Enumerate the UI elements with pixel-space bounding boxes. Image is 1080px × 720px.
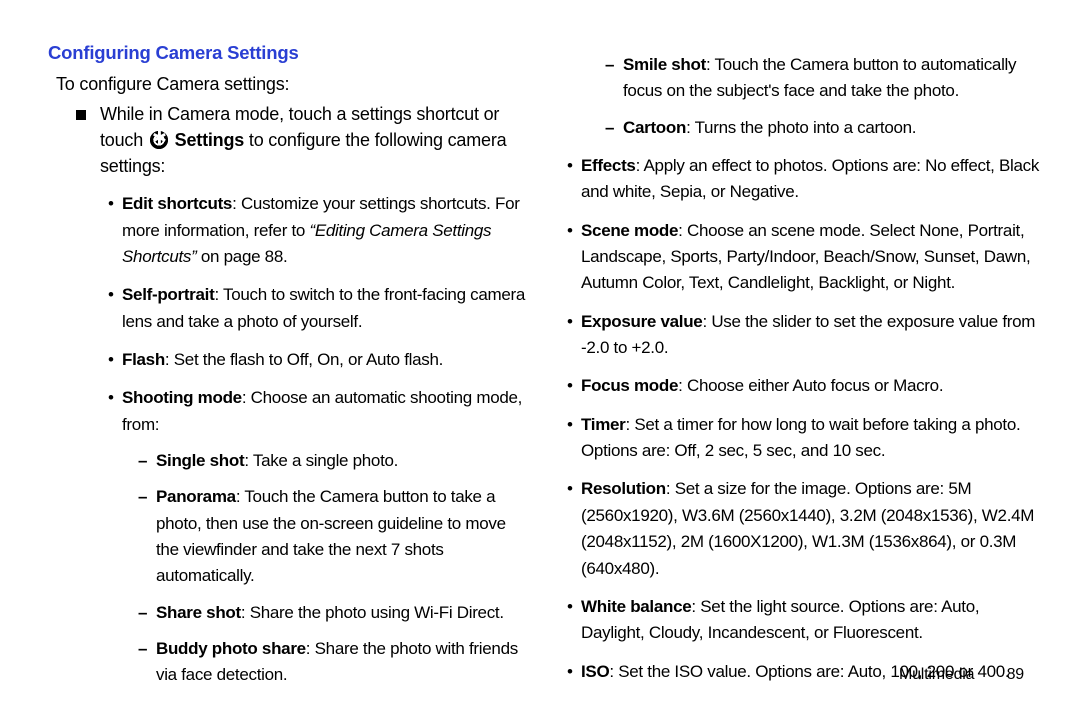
item-name: Exposure value xyxy=(581,312,702,331)
settings-list-right: Effects: Apply an effect to photos. Opti… xyxy=(559,153,1040,685)
item-ref-tail: on page 88. xyxy=(196,247,287,266)
right-column: Smile shot: Touch the Camera button to a… xyxy=(559,42,1040,699)
bullet-item: Effects: Apply an effect to photos. Opti… xyxy=(567,153,1040,206)
item-name: ISO xyxy=(581,662,609,681)
page-footer: Multimedia 89 xyxy=(899,666,1024,684)
sub-text: : Share the photo using Wi-Fi Direct. xyxy=(241,603,504,622)
bullet-item: Edit shortcuts: Customize your settings … xyxy=(108,191,529,270)
settings-label: Settings xyxy=(175,130,244,150)
dash-item: Cartoon: Turns the photo into a cartoon. xyxy=(605,115,1040,141)
dash-item: Buddy photo share: Share the photo with … xyxy=(138,636,529,689)
sub-text: : Turns the photo into a cartoon. xyxy=(686,118,916,137)
bullet-item: Focus mode: Choose either Auto focus or … xyxy=(567,373,1040,399)
sub-list: Single shot: Take a single photo. Panora… xyxy=(122,448,529,689)
item-name: Scene mode xyxy=(581,221,678,240)
item-name: Focus mode xyxy=(581,376,678,395)
step-body: While in Camera mode, touch a settings s… xyxy=(100,101,529,179)
item-name: Self-portrait xyxy=(122,285,214,304)
footer-section: Multimedia xyxy=(899,666,974,683)
page: Configuring Camera Settings To configure… xyxy=(0,0,1080,720)
bullet-item: Scene mode: Choose an scene mode. Select… xyxy=(567,218,1040,297)
bullet-item: White balance: Set the light source. Opt… xyxy=(567,594,1040,647)
sub-name: Smile shot xyxy=(623,55,706,74)
item-name: Shooting mode xyxy=(122,388,242,407)
item-name: Flash xyxy=(122,350,165,369)
two-column-layout: Configuring Camera Settings To configure… xyxy=(48,42,1040,699)
item-text: : Apply an effect to photos. Options are… xyxy=(581,156,1039,201)
bullet-item: Self-portrait: Touch to switch to the fr… xyxy=(108,282,529,335)
page-number: 89 xyxy=(1007,666,1024,684)
sub-name: Panorama xyxy=(156,487,236,506)
item-name: White balance xyxy=(581,597,691,616)
sub-name: Cartoon xyxy=(623,118,686,137)
item-text: : Set a timer for how long to wait befor… xyxy=(581,415,1020,460)
item-name: Resolution xyxy=(581,479,666,498)
dash-item: Panorama: Touch the Camera button to tak… xyxy=(138,484,529,589)
intro-text: To configure Camera settings: xyxy=(56,74,529,95)
item-name: Effects xyxy=(581,156,636,175)
item-text: : Choose either Auto focus or Macro. xyxy=(678,376,943,395)
dash-item: Smile shot: Touch the Camera button to a… xyxy=(605,52,1040,105)
item-name: Timer xyxy=(581,415,626,434)
bullet-item: Resolution: Set a size for the image. Op… xyxy=(567,476,1040,581)
dash-item: Share shot: Share the photo using Wi-Fi … xyxy=(138,600,529,626)
sub-list-continued: Smile shot: Touch the Camera button to a… xyxy=(589,52,1040,141)
gear-icon xyxy=(150,131,168,149)
item-text: : Set the flash to Off, On, or Auto flas… xyxy=(165,350,443,369)
dash-item: Single shot: Take a single photo. xyxy=(138,448,529,474)
square-bullet-icon xyxy=(76,101,100,179)
bullet-item: Flash: Set the flash to Off, On, or Auto… xyxy=(108,347,529,373)
sub-name: Buddy photo share xyxy=(156,639,306,658)
sub-name: Share shot xyxy=(156,603,241,622)
bullet-item: Shooting mode: Choose an automatic shoot… xyxy=(108,385,529,688)
bullet-item: Timer: Set a timer for how long to wait … xyxy=(567,412,1040,465)
left-column: Configuring Camera Settings To configure… xyxy=(48,42,529,699)
item-name: Edit shortcuts xyxy=(122,194,232,213)
step-item: While in Camera mode, touch a settings s… xyxy=(76,101,529,179)
sub-name: Single shot xyxy=(156,451,244,470)
sub-text: : Take a single photo. xyxy=(244,451,398,470)
settings-list-left: Edit shortcuts: Customize your settings … xyxy=(48,191,529,689)
bullet-item: Exposure value: Use the slider to set th… xyxy=(567,309,1040,362)
section-heading: Configuring Camera Settings xyxy=(48,42,529,64)
